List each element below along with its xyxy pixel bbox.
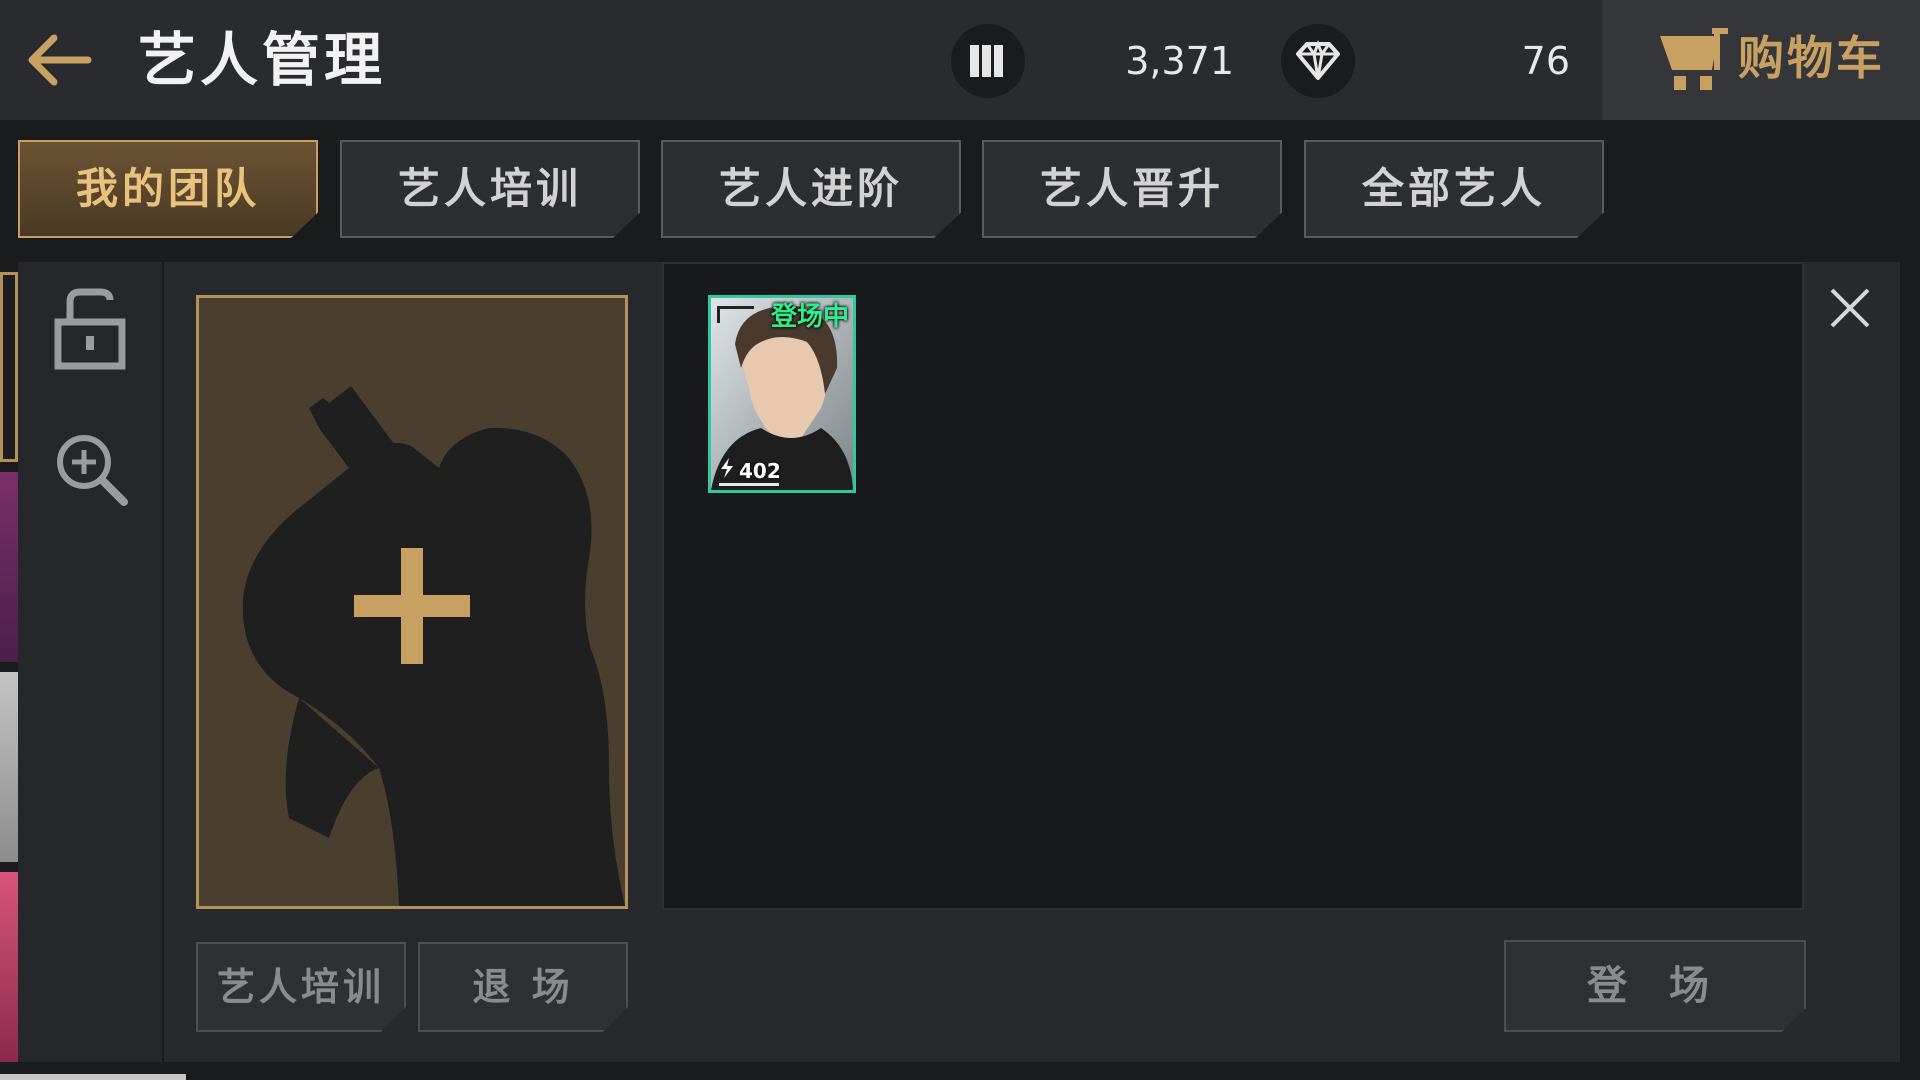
leave-stage-button[interactable]: 退 场 <box>418 942 628 1032</box>
add-artist-icon <box>242 298 625 906</box>
bars-resource-button[interactable] <box>951 24 1025 98</box>
cart-label: 购物车 <box>1738 31 1885 85</box>
unlock-icon <box>54 288 126 370</box>
button-label: 退 场 <box>472 965 574 1009</box>
diamond-count: 76 <box>1521 39 1570 83</box>
lightning-icon <box>721 458 733 478</box>
tool-column <box>18 262 164 1062</box>
bars-icon <box>970 45 1003 77</box>
page-title: 艺人管理 <box>138 26 387 94</box>
card-level-bar <box>719 483 779 486</box>
diamond-icon <box>1296 39 1340 80</box>
tab-label: 艺人进阶 <box>718 164 903 213</box>
card-corner <box>717 306 754 323</box>
member-slot-edge[interactable] <box>0 472 18 662</box>
artist-card[interactable]: 登场中 402 <box>708 295 856 493</box>
member-slot-edge[interactable] <box>0 872 18 1062</box>
tab-label: 全部艺人 <box>1361 164 1546 213</box>
cart-icon <box>1660 28 1728 90</box>
tab-artist-promote[interactable]: 艺人晋升 <box>982 140 1282 238</box>
lock-button[interactable] <box>54 286 126 374</box>
tab-artist-advance[interactable]: 艺人进阶 <box>661 140 961 238</box>
tab-all-artists[interactable]: 全部艺人 <box>1304 140 1604 238</box>
button-label: 艺人培训 <box>216 965 385 1009</box>
member-slot-edge[interactable] <box>0 672 18 862</box>
tab-label: 我的团队 <box>75 164 260 213</box>
train-artist-button[interactable]: 艺人培训 <box>196 942 406 1032</box>
button-label: 登 场 <box>1587 963 1723 1009</box>
close-button[interactable] <box>1826 284 1874 332</box>
back-button[interactable] <box>24 30 94 90</box>
cart-button[interactable]: 购物车 <box>1602 0 1920 120</box>
zoom-in-icon <box>57 435 128 506</box>
close-icon <box>1830 288 1870 328</box>
card-power: 402 <box>739 459 781 483</box>
tab-artist-training[interactable]: 艺人培训 <box>340 140 640 238</box>
tab-my-team[interactable]: 我的团队 <box>18 140 318 238</box>
artist-slot-empty[interactable] <box>196 295 628 909</box>
card-status-badge: 登场中 <box>770 302 849 332</box>
top-bar: 艺人管理 3,371 76 购物车 <box>0 0 1920 120</box>
diamond-resource-button[interactable] <box>1281 24 1355 98</box>
back-arrow-icon <box>28 34 92 86</box>
tab-label: 艺人晋升 <box>1039 164 1224 213</box>
bars-count: 3,371 <box>1125 39 1234 83</box>
zoom-button[interactable] <box>54 432 130 512</box>
member-list-edge <box>0 262 18 1062</box>
bottom-indicator <box>0 1074 186 1080</box>
member-slot-edge[interactable] <box>0 272 18 462</box>
deploy-button[interactable]: 登 场 <box>1504 940 1806 1032</box>
tab-label: 艺人培训 <box>397 164 582 213</box>
